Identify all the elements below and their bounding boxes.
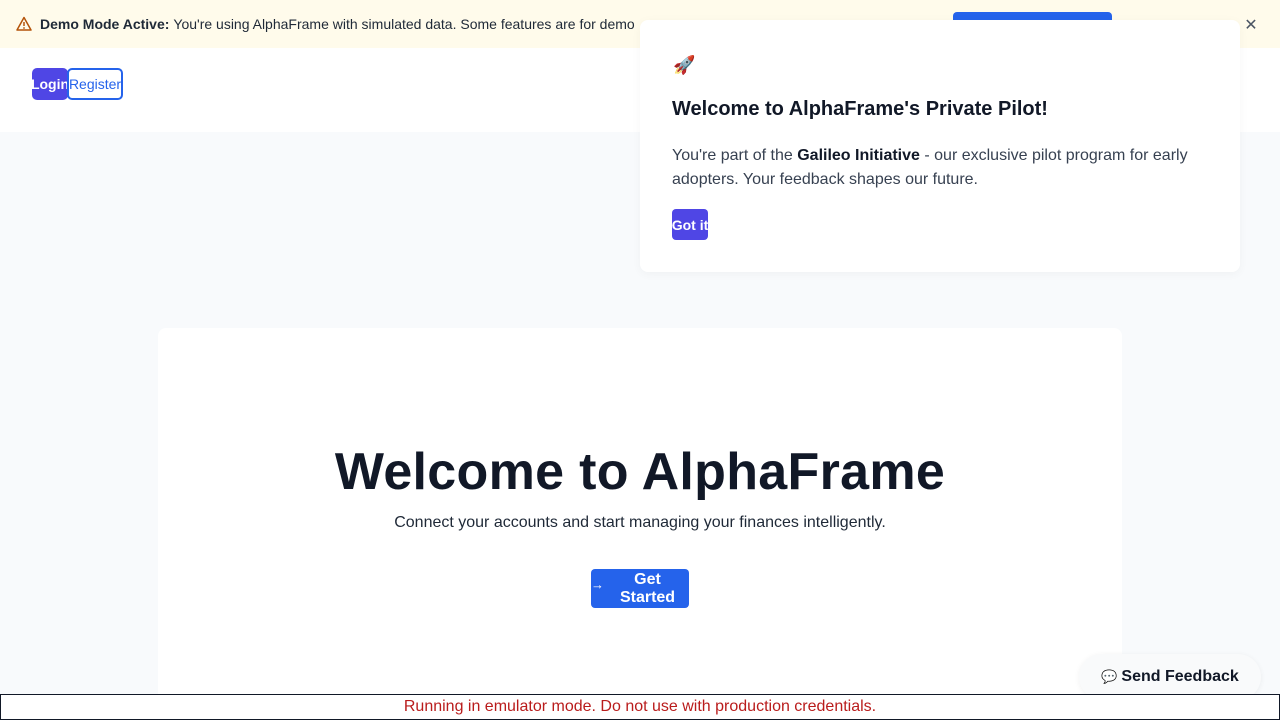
get-started-label: Get Started: [619, 570, 676, 606]
banner-message: You're using AlphaFrame with simulated d…: [173, 16, 635, 32]
send-feedback-label: Send Feedback: [1121, 668, 1239, 685]
got-it-button[interactable]: Got it: [672, 209, 708, 240]
rocket-icon: 🚀: [673, 55, 696, 75]
register-button[interactable]: Register: [67, 68, 123, 100]
arrow-right-icon: →: [591, 577, 604, 592]
get-started-button[interactable]: → Get Started: [591, 569, 689, 608]
speech-bubble-icon: 💬: [1101, 669, 1118, 684]
hero-subtitle: Connect your accounts and start managing…: [394, 514, 886, 531]
galileo-initiative-text: Galileo Initiative: [797, 147, 920, 164]
banner-title: Demo Mode Active:: [40, 16, 170, 32]
welcome-hero-card: Welcome to AlphaFrame Connect your accou…: [158, 328, 1122, 708]
popup-title: Welcome to AlphaFrame's Private Pilot!: [672, 98, 1048, 120]
close-icon[interactable]: ✕: [1242, 16, 1260, 34]
popup-body-text: You're part of the: [672, 147, 798, 164]
emulator-warning-bar: Running in emulator mode. Do not use wit…: [0, 694, 1280, 720]
login-button[interactable]: Login: [31, 68, 69, 100]
warning-triangle-icon: [16, 16, 32, 32]
pilot-welcome-popup: 🚀 Welcome to AlphaFrame's Private Pilot!…: [640, 20, 1240, 272]
hero-title: Welcome to AlphaFrame: [334, 443, 946, 501]
popup-body: You're part of the Galileo Initiative - …: [672, 144, 1212, 192]
